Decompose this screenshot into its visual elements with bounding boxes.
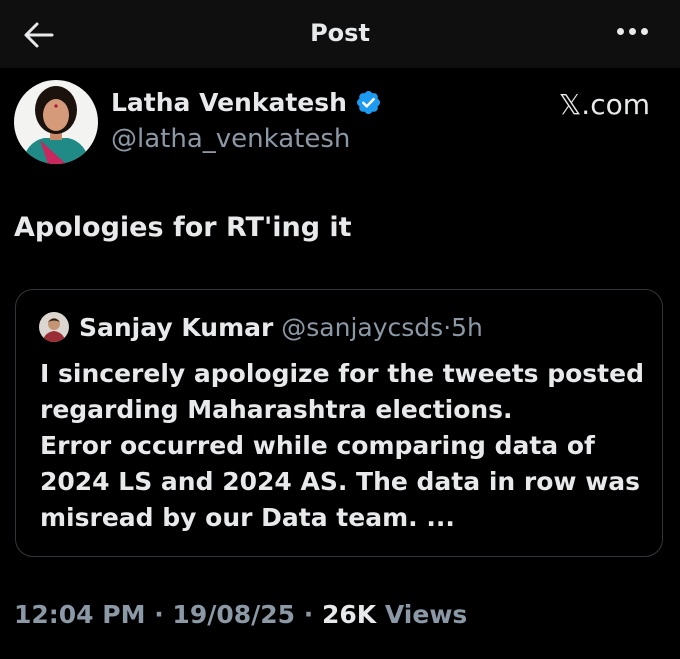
avatar[interactable] — [14, 80, 98, 164]
quoted-text: I sincerely apologize for the tweets pos… — [40, 356, 645, 536]
post-date[interactable]: 19/08/25 — [172, 600, 295, 629]
author-name-row: Latha Venkatesh — [111, 88, 382, 117]
quoted-author-name: Sanjay Kumar — [79, 313, 274, 342]
author-handle[interactable]: @latha_venkatesh — [111, 124, 350, 154]
quoted-time: 5h — [451, 313, 483, 342]
post-meta: 12:04 PM · 19/08/25 · 26K Views — [14, 600, 467, 629]
more-horizontal-icon[interactable] — [617, 28, 648, 35]
quoted-text-line: 2024 LS and 2024 AS. The data in row was — [40, 467, 641, 496]
quoted-separator: · — [443, 313, 452, 342]
views-count[interactable]: 26K — [322, 600, 376, 629]
quoted-text-line: misread by our Data team. ... — [40, 503, 455, 532]
meta-separator: · — [154, 600, 164, 629]
quoted-text-line: regarding Maharashtra elections. — [40, 395, 513, 424]
quoted-author-handle: @sanjaycsds — [281, 313, 444, 342]
post-time[interactable]: 12:04 PM — [14, 600, 145, 629]
author-name[interactable]: Latha Venkatesh — [111, 88, 347, 117]
x-com-watermark: 𝕏.com — [558, 88, 650, 121]
quoted-text-line: Error occurred while comparing data of — [40, 431, 595, 460]
page-title: Post — [310, 19, 370, 47]
top-bar: Post — [0, 0, 680, 68]
quoted-header: Sanjay Kumar @sanjaycsds·5h — [79, 313, 483, 342]
verified-badge-icon — [356, 90, 380, 115]
post-text: Apologies for RT'ing it — [14, 212, 352, 243]
quoted-avatar — [39, 312, 69, 342]
quoted-post[interactable]: Sanjay Kumar @sanjaycsds·5h I sincerely … — [15, 289, 663, 557]
quoted-text-line: I sincerely apologize for the tweets pos… — [40, 359, 644, 388]
views-label: Views — [384, 600, 468, 629]
meta-separator: · — [303, 600, 314, 629]
